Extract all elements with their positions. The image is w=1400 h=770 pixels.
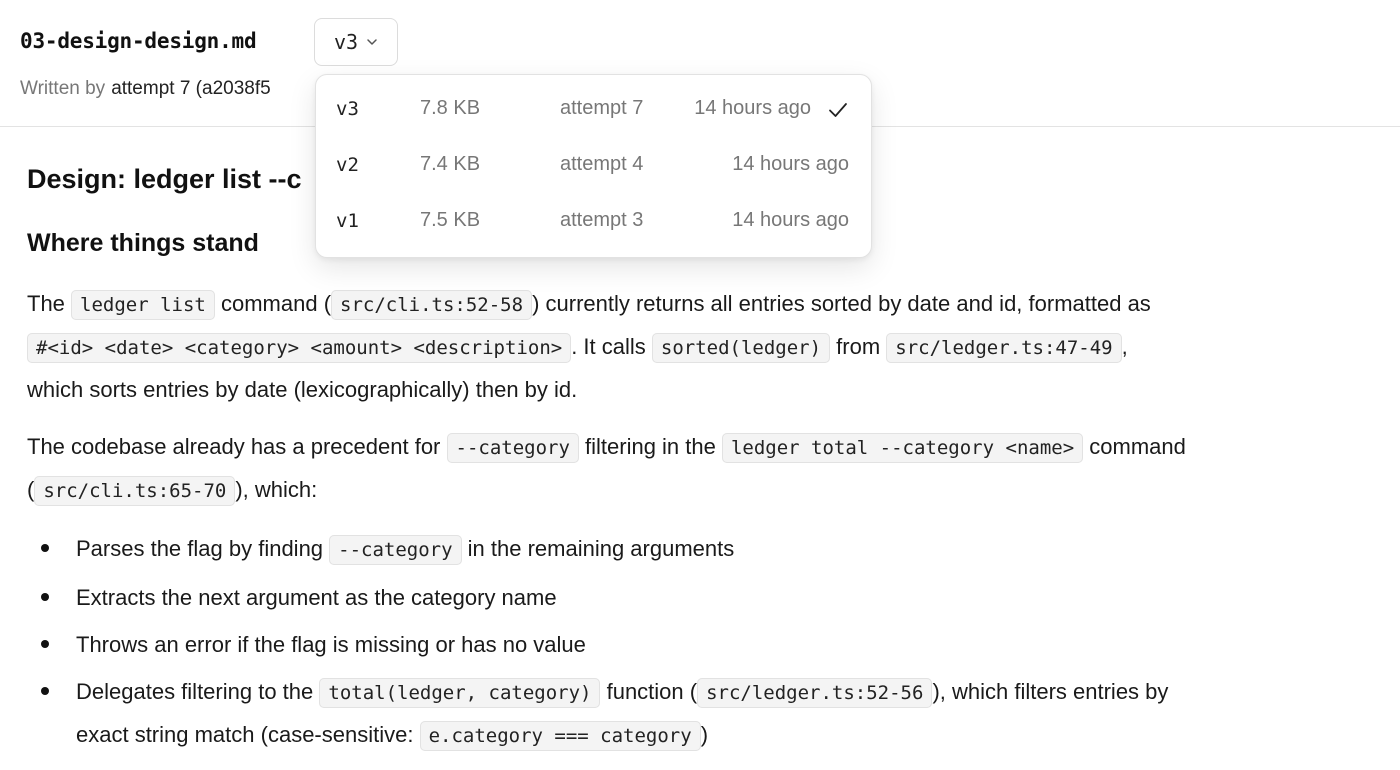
version-attempt: attempt 7 bbox=[560, 97, 644, 119]
inline-code: #<id> <date> <category> <amount> <descri… bbox=[27, 333, 572, 363]
text: command ( bbox=[214, 291, 332, 316]
version-size: 7.4 KB bbox=[420, 153, 481, 175]
chevron-down-icon bbox=[366, 36, 378, 48]
text: Throws an error if the flag is missing o… bbox=[76, 632, 586, 657]
written-by: Written by attempt 7 (a2038f5 bbox=[20, 78, 271, 100]
version-select-value: v3 bbox=[333, 30, 359, 54]
inline-code: ledger total --category <name> bbox=[721, 433, 1084, 463]
version-label: v3 bbox=[336, 98, 359, 120]
version-time: 14 hours ago bbox=[732, 209, 849, 231]
check-icon bbox=[827, 99, 849, 121]
document-title: Design: ledger list --c bbox=[27, 164, 302, 194]
version-size: 7.5 KB bbox=[420, 209, 481, 231]
text: ) bbox=[700, 722, 709, 747]
paragraph-current-state: The ledger list command (src/cli.ts:52-5… bbox=[27, 283, 1187, 410]
inline-code: e.category === category bbox=[419, 721, 701, 751]
list-item: Extracts the next argument as the catego… bbox=[27, 577, 1187, 618]
version-label: v2 bbox=[336, 154, 359, 176]
inline-code: sorted(ledger) bbox=[651, 333, 831, 363]
text: The codebase already has a precedent for bbox=[27, 434, 447, 459]
text: Parses the flag by finding bbox=[76, 536, 330, 561]
inline-code: total(ledger, category) bbox=[319, 678, 601, 708]
list-item: Delegates filtering to the total(ledger,… bbox=[27, 671, 1187, 757]
inline-code: src/cli.ts:65-70 bbox=[34, 476, 236, 506]
list-item: Throws an error if the flag is missing o… bbox=[27, 624, 1187, 665]
list-item: Parses the flag by finding --category in… bbox=[27, 528, 1187, 571]
text: ), which: bbox=[235, 477, 318, 502]
text: filtering in the bbox=[578, 434, 722, 459]
author-name: attempt 7 (a2038f5 bbox=[111, 78, 271, 99]
inline-code: src/cli.ts:52-58 bbox=[331, 290, 533, 320]
written-by-label: Written by bbox=[20, 78, 106, 99]
version-time: 14 hours ago bbox=[694, 97, 811, 119]
text: Extracts the next argument as the catego… bbox=[76, 585, 557, 610]
file-name: 03-design-design.md bbox=[20, 29, 257, 53]
version-attempt: attempt 4 bbox=[560, 153, 644, 175]
section-heading: Where things stand bbox=[27, 229, 259, 257]
inline-code: --category bbox=[329, 535, 462, 565]
version-option-v2[interactable]: v2 7.4 KB attempt 4 14 hours ago bbox=[316, 139, 871, 195]
version-option-v1[interactable]: v1 7.5 KB attempt 3 14 hours ago bbox=[316, 195, 871, 251]
version-attempt: attempt 3 bbox=[560, 209, 644, 231]
precedent-steps-list: Parses the flag by finding --category in… bbox=[27, 528, 1187, 763]
version-dropdown-menu: v3 7.8 KB attempt 7 14 hours ago v2 7.4 … bbox=[315, 74, 872, 258]
inline-code: src/ledger.ts:47-49 bbox=[886, 333, 1122, 363]
version-option-v3[interactable]: v3 7.8 KB attempt 7 14 hours ago bbox=[316, 83, 871, 139]
text: The bbox=[27, 291, 72, 316]
text: ) currently returns all entries sorted b… bbox=[532, 291, 1151, 316]
text: in the remaining arguments bbox=[461, 536, 735, 561]
text: . It calls bbox=[571, 334, 652, 359]
text: from bbox=[830, 334, 887, 359]
version-label: v1 bbox=[336, 210, 359, 232]
inline-code: ledger list bbox=[71, 290, 215, 320]
text: Delegates filtering to the bbox=[76, 679, 320, 704]
version-time: 14 hours ago bbox=[732, 153, 849, 175]
version-size: 7.8 KB bbox=[420, 97, 481, 119]
inline-code: src/ledger.ts:52-56 bbox=[697, 678, 933, 708]
inline-code: --category bbox=[446, 433, 579, 463]
paragraph-precedent: The codebase already has a precedent for… bbox=[27, 426, 1187, 512]
version-select-button[interactable]: v3 bbox=[314, 18, 398, 66]
text: function ( bbox=[600, 679, 698, 704]
